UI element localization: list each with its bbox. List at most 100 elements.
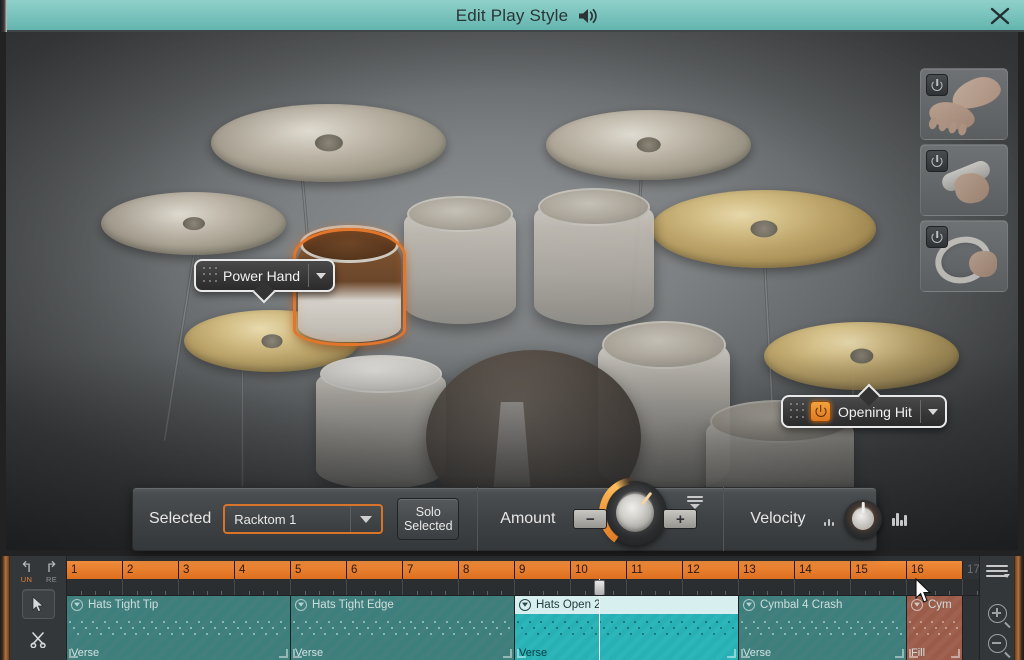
beat-tick-group xyxy=(347,579,403,595)
clip-header: Cymbal 4 Crash xyxy=(739,596,906,614)
clip-name: Hats Tight Tip xyxy=(88,599,159,611)
undo-redo-group: ↰ UN ↱ RE xyxy=(10,556,66,584)
velocity-knob-pointer xyxy=(861,502,865,513)
redo-button[interactable]: ↱ RE xyxy=(40,560,63,584)
power-toggle[interactable] xyxy=(926,150,948,172)
beat-ruler[interactable] xyxy=(67,579,979,596)
selected-section: Selected Racktom 1 Solo Selected xyxy=(133,488,460,550)
edit-play-style-window: Edit Play Style Power Hand Opening Hit S… xyxy=(0,0,1024,660)
timeline-main[interactable]: 1234567891011121314151617181920 Hats Tig… xyxy=(67,556,979,660)
clip-collapse-icon[interactable] xyxy=(295,599,307,611)
timeline-clip[interactable]: Hats Tight Tip Verse xyxy=(67,596,291,660)
beat-tick-group xyxy=(963,579,979,595)
timeline-panel: ↰ UN ↱ RE 1 2 3 4 5 6 7 8 9 10 11 12 13 … xyxy=(0,556,1024,660)
beat-tick-group xyxy=(683,579,739,595)
percussion-item-tambourine[interactable] xyxy=(920,220,1008,292)
clip-note-dots xyxy=(741,620,904,638)
close-icon[interactable] xyxy=(988,5,1012,27)
drum-kit-stage[interactable]: Power Hand Opening Hit xyxy=(6,32,1018,550)
bar-ruler[interactable]: 1234567891011121314151617181920 xyxy=(67,561,979,579)
timeline-clip[interactable]: Cym Fill xyxy=(907,596,963,660)
bar-number[interactable]: 11 xyxy=(627,561,683,579)
clip-note-dots xyxy=(69,620,288,638)
timeline-right-column xyxy=(979,556,1014,660)
beat-tick-group xyxy=(739,579,795,595)
stage-vignette xyxy=(6,32,1018,550)
zoom-out-icon[interactable] xyxy=(988,634,1011,659)
clip-resize-handle-left[interactable] xyxy=(517,649,526,658)
clip-resize-handle-left[interactable] xyxy=(69,649,78,658)
clip-track[interactable]: Hats Tight Tip Verse Hats Tight Edge Verse H… xyxy=(67,596,979,660)
bar-number[interactable]: 13 xyxy=(739,561,795,579)
clip-resize-handle-right[interactable] xyxy=(727,649,736,658)
clip-resize-handle-left[interactable] xyxy=(909,649,918,658)
options-menu-icon[interactable] xyxy=(687,496,704,509)
clip-resize-handle-right[interactable] xyxy=(951,649,960,658)
timeline-clip[interactable]: Hats Open 2 Verse xyxy=(515,596,739,660)
bar-number[interactable]: 14 xyxy=(795,561,851,579)
amount-increment-button[interactable]: + xyxy=(663,509,698,529)
zoom-in-icon[interactable] xyxy=(988,604,1011,629)
bar-number[interactable]: 16 xyxy=(907,561,963,579)
playhead-handle[interactable] xyxy=(594,580,605,595)
amount-knob[interactable] xyxy=(599,477,672,549)
velocity-knob[interactable] xyxy=(844,500,883,538)
clip-collapse-icon[interactable] xyxy=(519,599,531,611)
chevron-down-icon[interactable] xyxy=(351,516,381,523)
timeline-clip[interactable]: Hats Tight Edge Verse xyxy=(291,596,515,660)
playhead[interactable] xyxy=(599,596,600,660)
bar-number[interactable]: 3 xyxy=(179,561,235,579)
timeline-clip[interactable]: Cymbal 4 Crash Verse xyxy=(739,596,907,660)
clip-collapse-icon[interactable] xyxy=(71,599,83,611)
clip-resize-handle-right[interactable] xyxy=(503,649,512,658)
power-icon[interactable] xyxy=(810,401,831,422)
title-bar: Edit Play Style xyxy=(0,0,1024,32)
kit-label-power-hand[interactable]: Power Hand xyxy=(194,259,336,304)
bar-number[interactable]: 1 xyxy=(67,561,123,579)
bar-number[interactable]: 6 xyxy=(347,561,403,579)
beat-tick-group xyxy=(627,579,683,595)
hamburger-menu-icon[interactable] xyxy=(986,565,1010,579)
undo-arrow-icon: ↰ xyxy=(20,559,33,576)
bar-number[interactable]: 7 xyxy=(403,561,459,579)
selected-dropdown[interactable]: Racktom 1 xyxy=(223,504,384,534)
percussion-item-clap[interactable] xyxy=(920,68,1008,140)
bar-number[interactable]: 9 xyxy=(515,561,571,579)
bar-number[interactable]: 15 xyxy=(851,561,907,579)
percussion-panel xyxy=(920,68,1012,296)
amount-decrement-button[interactable]: − xyxy=(573,509,608,529)
mouse-cursor xyxy=(915,578,932,603)
bar-number[interactable]: 10 xyxy=(571,561,627,579)
beat-tick-group xyxy=(235,579,291,595)
scissors-tool-icon xyxy=(29,631,46,648)
scissors-tool-button[interactable] xyxy=(22,624,55,654)
control-bar: Selected Racktom 1 Solo Selected Amount … xyxy=(132,477,907,551)
clip-resize-handle-right[interactable] xyxy=(895,649,904,658)
power-toggle[interactable] xyxy=(926,74,948,96)
velocity-low-icon xyxy=(823,512,835,526)
clip-resize-handle-left[interactable] xyxy=(741,649,750,658)
bar-number[interactable]: 5 xyxy=(291,561,347,579)
clip-resize-handle-left[interactable] xyxy=(293,649,302,658)
beat-tick-group xyxy=(459,579,515,595)
solo-selected-button[interactable]: Solo Selected xyxy=(397,498,460,540)
percussion-item-shaker[interactable] xyxy=(920,144,1008,216)
power-toggle[interactable] xyxy=(926,226,948,248)
beat-tick-group xyxy=(67,579,123,595)
clip-header: Hats Tight Edge xyxy=(291,596,514,614)
bar-number[interactable]: 8 xyxy=(459,561,515,579)
speaker-icon[interactable] xyxy=(578,7,600,25)
bar-number[interactable]: 12 xyxy=(683,561,739,579)
bar-number[interactable]: 17 xyxy=(963,561,979,579)
undo-label: UN xyxy=(20,575,33,584)
bar-number[interactable]: 4 xyxy=(235,561,291,579)
bar-number[interactable]: 2 xyxy=(123,561,179,579)
chevron-down-icon[interactable] xyxy=(921,396,945,427)
undo-button[interactable]: ↰ UN xyxy=(15,560,38,584)
clip-resize-handle-right[interactable] xyxy=(279,649,288,658)
chevron-down-icon[interactable] xyxy=(309,260,333,291)
window-left-edge xyxy=(0,556,10,660)
clip-collapse-icon[interactable] xyxy=(743,599,755,611)
kit-label-opening-hit[interactable]: Opening Hit xyxy=(781,383,947,428)
pointer-tool-button[interactable] xyxy=(21,589,55,619)
